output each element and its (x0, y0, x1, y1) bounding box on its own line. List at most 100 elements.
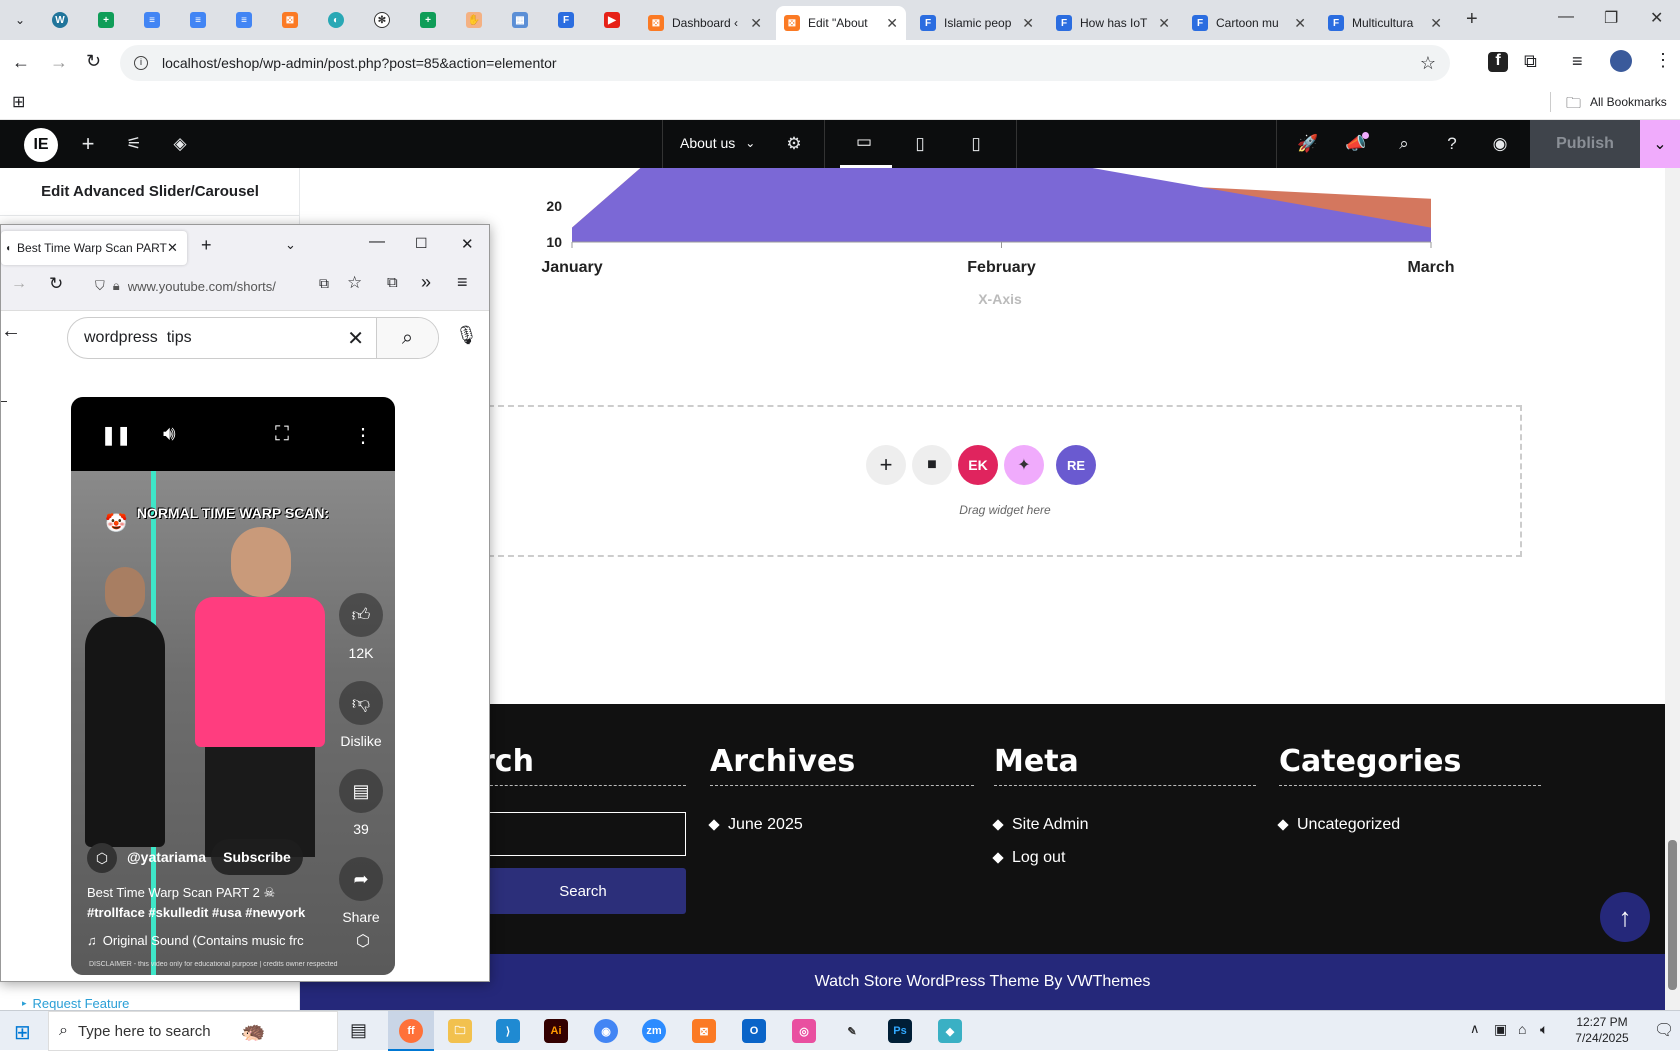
taskbar-clock[interactable]: 12:27 PM 7/24/2025 (1562, 1014, 1642, 1046)
volume-icon[interactable]: 🔊︎ (163, 423, 176, 446)
tablet-icon[interactable]: ▯ (908, 132, 932, 156)
zoom-icon[interactable]: zm (642, 1019, 666, 1043)
comments-button[interactable]: ▤ 39 (333, 769, 389, 837)
tab-list-chevron-icon[interactable]: ⌄ (285, 237, 296, 253)
help-icon[interactable]: ? (1440, 132, 1464, 156)
hamburger-menu-icon[interactable]: ≡ (457, 272, 468, 293)
reload-icon[interactable]: ↻ (49, 274, 63, 294)
preview-scrollbar[interactable] (1665, 168, 1680, 1010)
bookmark-star-icon[interactable]: ☆ (1420, 53, 1436, 74)
firefox-tab[interactable]: ◖ Best Time Warp Scan PART ✕ (1, 231, 187, 265)
folder-icon[interactable]: 🗀 (1566, 93, 1581, 118)
chrome-icon[interactable]: ◉ (594, 1019, 618, 1043)
fullscreen-icon[interactable]: ⛶ (275, 423, 289, 446)
reading-list-icon[interactable]: ≡ (1572, 51, 1583, 72)
xampp-icon[interactable]: ⊠ (692, 1019, 716, 1043)
preview-eye-icon[interactable]: ◉ (1488, 132, 1512, 156)
add-template-button[interactable]: ■ (912, 445, 952, 485)
subscribe-button[interactable]: Subscribe (211, 839, 303, 875)
windows-start-icon[interactable]: ⊞ (14, 1020, 31, 1045)
tab-cartoon[interactable]: F Cartoon mu ✕ (1184, 6, 1314, 40)
sound-logo-icon[interactable]: ⬡ (351, 931, 375, 955)
outlook-icon[interactable]: O (742, 1019, 766, 1043)
scroll-to-top-button[interactable]: ↑ (1600, 892, 1650, 942)
video-title[interactable]: Best Time Warp Scan PART 2 ☠ (87, 885, 337, 901)
back-icon[interactable]: ← (12, 52, 30, 73)
file-explorer-icon[interactable]: 🗀 (448, 1019, 472, 1043)
request-feature-link[interactable]: ▸ Request Feature (22, 996, 129, 1011)
tab-islamic[interactable]: F Islamic peop ✕ (912, 6, 1042, 40)
close-icon[interactable]: ✕ (1158, 15, 1170, 32)
search-icon[interactable]: ⌕ (376, 318, 438, 358)
close-icon[interactable]: ✕ (1294, 15, 1306, 32)
apps-grid-icon[interactable]: ⊞ (12, 92, 25, 112)
info-icon[interactable]: i (134, 56, 148, 70)
rocket-icon[interactable]: 🚀 (1296, 132, 1320, 156)
photoshop-icon[interactable]: Ps (888, 1019, 912, 1043)
dislike-button[interactable]: 👎︎ Dislike (333, 681, 389, 749)
close-window-button[interactable]: ✕ (461, 235, 474, 253)
app-diamond-icon[interactable]: ◆ (938, 1019, 962, 1043)
pinned-tab[interactable]: ✻ (370, 8, 394, 32)
close-icon[interactable]: ✕ (750, 15, 762, 32)
url-text[interactable]: localhost/eshop/wp-admin/post.php?post=8… (162, 55, 557, 71)
back-arrow-icon[interactable]: ← (1, 320, 21, 343)
reload-icon[interactable]: ↻ (86, 51, 101, 72)
elementor-logo-icon[interactable]: IE (24, 128, 58, 162)
search-icon[interactable]: ⌕ (1392, 132, 1416, 156)
task-view-icon[interactable]: ▤ (350, 1020, 367, 1041)
archive-link[interactable]: June 2025 (708, 816, 803, 834)
like-button[interactable]: 👍︎ 12K (333, 593, 389, 661)
channel-avatar[interactable]: ⬡ (87, 843, 117, 873)
photos-icon[interactable]: ◎ (792, 1019, 816, 1043)
volume-icon[interactable]: 🔈︎ (1540, 1021, 1548, 1038)
maximize-button[interactable]: ☐ (415, 235, 428, 252)
close-icon[interactable]: ✕ (1022, 15, 1034, 32)
scrollbar-thumb[interactable] (1668, 840, 1677, 990)
show-hidden-icons-icon[interactable]: ∧ (1470, 1021, 1480, 1037)
sound-link[interactable]: ♫ Original Sound (Contains music frc (87, 933, 327, 948)
new-tab-plus-icon[interactable]: + (201, 235, 212, 256)
minimize-button[interactable]: — (1558, 8, 1574, 26)
pinned-tab[interactable]: + (416, 8, 440, 32)
pinned-tab[interactable]: ✋ (462, 8, 486, 32)
firefox-url-bar[interactable]: ⛉ 🔒︎ www.youtube.com/shorts/ (89, 271, 339, 301)
page-selector[interactable]: About us ⌄ (680, 135, 755, 151)
extension-icon[interactable]: f (1488, 52, 1508, 72)
pinned-tab[interactable]: W (48, 8, 72, 32)
add-section-button[interactable]: + (866, 445, 906, 485)
forward-icon[interactable]: → (50, 52, 68, 73)
taskbar-firefox[interactable]: ff (388, 1011, 434, 1051)
tab-search-button[interactable]: ⌄ (8, 8, 32, 32)
pinned-tab[interactable]: ▦ (508, 8, 532, 32)
close-icon[interactable]: ✕ (886, 15, 898, 32)
minimize-button[interactable]: — (369, 233, 385, 251)
pinned-tab[interactable]: F (554, 8, 578, 32)
publish-options-chevron-icon[interactable]: ⌄ (1640, 120, 1680, 168)
footer-search-button[interactable]: Search (480, 868, 686, 914)
pause-icon[interactable]: ❚❚ (101, 425, 131, 446)
settings-sliders-icon[interactable]: ⚟ (122, 132, 146, 156)
tab-multicultural[interactable]: F Multicultura ✕ (1320, 6, 1450, 40)
widget-drop-zone[interactable]: + ■ EK ✦ RE Drag widget here (488, 405, 1522, 557)
tab-edit-about[interactable]: ⊠ Edit "About ✕ (776, 6, 906, 40)
publish-button[interactable]: Publish (1530, 120, 1640, 168)
pinned-tab[interactable]: ≡ (186, 8, 210, 32)
page-settings-gear-icon[interactable]: ⚙ (782, 132, 806, 156)
category-link[interactable]: Uncategorized (1277, 816, 1400, 834)
overflow-chevrons-icon[interactable]: » (421, 272, 431, 293)
meta-link-log-out[interactable]: Log out (992, 849, 1065, 867)
forward-icon[interactable]: → (11, 275, 27, 293)
mobile-icon[interactable]: ▯ (964, 132, 988, 156)
more-vertical-icon[interactable]: ⋮ (353, 423, 373, 448)
close-icon[interactable]: ✕ (167, 240, 178, 256)
desktop-view-button[interactable]: ▭ (840, 120, 892, 168)
close-window-button[interactable]: ✕ (1650, 8, 1663, 28)
close-icon[interactable]: ✕ (1430, 15, 1442, 32)
pinned-tab[interactable]: ◐ (324, 8, 348, 32)
tab-dashboard[interactable]: ⊠ Dashboard ‹ ✕ (640, 6, 770, 40)
address-bar[interactable]: i localhost/eshop/wp-admin/post.php?post… (120, 45, 1450, 81)
youtube-search-input[interactable]: wordpress tips ✕ ⌕ (67, 317, 439, 359)
meta-link-site-admin[interactable]: Site Admin (992, 816, 1088, 834)
royal-elements-button[interactable]: RE (1056, 445, 1096, 485)
